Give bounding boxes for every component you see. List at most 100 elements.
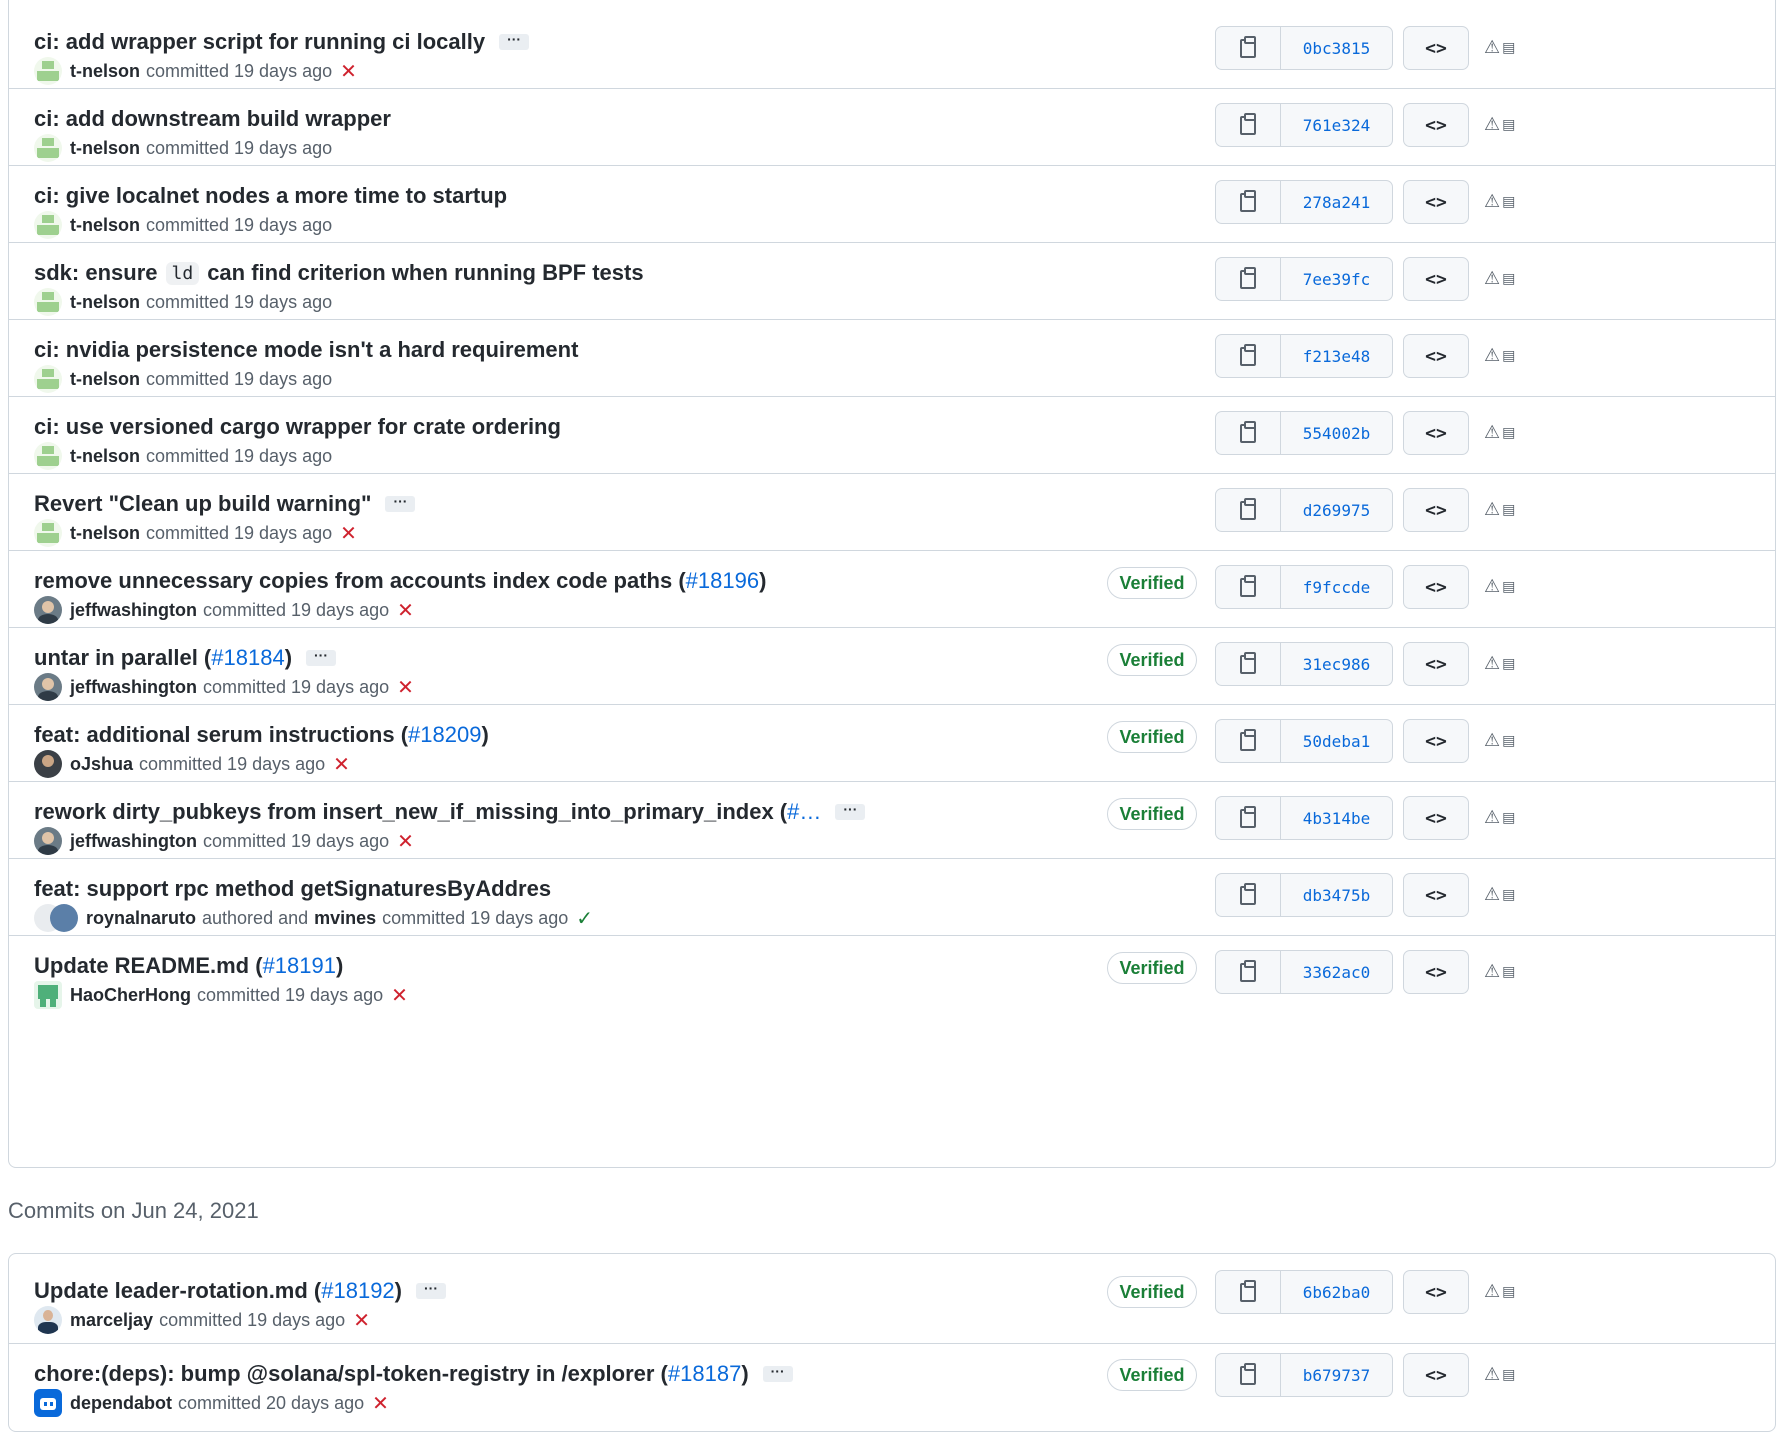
copy-sha-button[interactable] bbox=[1216, 489, 1281, 531]
browse-repo-button[interactable]: <> bbox=[1403, 642, 1469, 686]
commit-title-text[interactable]: ci: nvidia persistence mode isn't a hard… bbox=[34, 337, 578, 363]
avatar[interactable] bbox=[34, 750, 62, 778]
commit-sha-link[interactable]: 3362ac0 bbox=[1281, 951, 1392, 993]
commit-sha-link[interactable]: f9fccde bbox=[1281, 566, 1392, 608]
verified-badge[interactable]: Verified bbox=[1107, 798, 1197, 830]
extension-icon[interactable]: ⚠ ▤ bbox=[1484, 497, 1524, 521]
browse-repo-button[interactable]: <> bbox=[1403, 1270, 1469, 1314]
commit-sha-link[interactable]: 278a241 bbox=[1281, 181, 1392, 223]
extension-icon[interactable]: ⚠ ▤ bbox=[1484, 35, 1524, 59]
avatar[interactable] bbox=[34, 442, 62, 470]
commit-title[interactable]: Revert "Clean up build warning" ··· bbox=[34, 491, 416, 517]
extension-icon[interactable]: ⚠ ▤ bbox=[1484, 959, 1524, 983]
copy-sha-button[interactable] bbox=[1216, 1354, 1281, 1396]
commit-title-text[interactable]: Update README.md ( bbox=[34, 953, 263, 979]
pr-link[interactable]: #… bbox=[787, 799, 821, 825]
pr-link[interactable]: #18184 bbox=[211, 645, 284, 671]
commit-title-text[interactable]: untar in parallel ( bbox=[34, 645, 211, 671]
browse-repo-button[interactable]: <> bbox=[1403, 796, 1469, 840]
avatar[interactable] bbox=[34, 1306, 62, 1334]
extension-icon[interactable]: ⚠ ▤ bbox=[1484, 1279, 1524, 1303]
copy-sha-button[interactable] bbox=[1216, 104, 1281, 146]
copy-sha-button[interactable] bbox=[1216, 258, 1281, 300]
browse-repo-button[interactable]: <> bbox=[1403, 719, 1469, 763]
committer-link[interactable]: mvines bbox=[314, 908, 376, 929]
expand-message-button[interactable]: ··· bbox=[762, 1364, 793, 1382]
commit-sha-link[interactable]: 4b314be bbox=[1281, 797, 1392, 839]
commit-sha-link[interactable]: 50deba1 bbox=[1281, 720, 1392, 762]
author-link[interactable]: jeffwashington bbox=[70, 677, 197, 698]
commit-sha-link[interactable]: f213e48 bbox=[1281, 335, 1392, 377]
commit-title[interactable]: Update leader-rotation.md (#18192) ··· bbox=[34, 1278, 446, 1304]
author-link[interactable]: t-nelson bbox=[70, 215, 140, 236]
avatar[interactable] bbox=[34, 673, 62, 701]
commit-title-text[interactable]: ci: give localnet nodes a more time to s… bbox=[34, 183, 507, 209]
verified-badge[interactable]: Verified bbox=[1107, 721, 1197, 753]
pr-link[interactable]: #18192 bbox=[321, 1278, 394, 1304]
extension-icon[interactable]: ⚠ ▤ bbox=[1484, 343, 1524, 367]
browse-repo-button[interactable]: <> bbox=[1403, 873, 1469, 917]
author-link[interactable]: HaoCherHong bbox=[70, 985, 191, 1006]
commit-sha-link[interactable]: 554002b bbox=[1281, 412, 1392, 454]
pr-link[interactable]: #18187 bbox=[668, 1361, 741, 1387]
commit-title[interactable]: ci: use versioned cargo wrapper for crat… bbox=[34, 414, 561, 440]
commit-title-text[interactable]: feat: support rpc method getSignaturesBy… bbox=[34, 876, 551, 902]
commit-title[interactable]: feat: additional serum instructions (#18… bbox=[34, 722, 489, 748]
copy-sha-button[interactable] bbox=[1216, 720, 1281, 762]
expand-message-button[interactable]: ··· bbox=[835, 802, 866, 820]
commit-title[interactable]: ci: add downstream build wrapper bbox=[34, 106, 391, 132]
commit-title[interactable]: remove unnecessary copies from accounts … bbox=[34, 568, 766, 594]
avatar[interactable] bbox=[34, 981, 62, 1009]
expand-message-button[interactable]: ··· bbox=[416, 1281, 446, 1299]
x-icon[interactable]: ✕ bbox=[397, 829, 414, 854]
avatar[interactable] bbox=[34, 134, 62, 162]
commit-title-text[interactable]: rework dirty_pubkeys from insert_new_if_… bbox=[34, 799, 787, 825]
commit-title-text[interactable]: Update leader-rotation.md ( bbox=[34, 1278, 321, 1304]
browse-repo-button[interactable]: <> bbox=[1403, 488, 1469, 532]
extension-icon[interactable]: ⚠ ▤ bbox=[1484, 189, 1524, 213]
browse-repo-button[interactable]: <> bbox=[1403, 26, 1469, 70]
extension-icon[interactable]: ⚠ ▤ bbox=[1484, 266, 1524, 290]
commit-title[interactable]: untar in parallel (#18184) ··· bbox=[34, 645, 337, 671]
author-link[interactable]: t-nelson bbox=[70, 61, 140, 82]
commit-title-text[interactable]: ci: use versioned cargo wrapper for crat… bbox=[34, 414, 561, 440]
avatar[interactable] bbox=[34, 519, 62, 547]
commit-sha-link[interactable]: 761e324 bbox=[1281, 104, 1392, 146]
x-icon[interactable]: ✕ bbox=[397, 675, 414, 700]
author-link[interactable]: jeffwashington bbox=[70, 831, 197, 852]
verified-badge[interactable]: Verified bbox=[1107, 1359, 1197, 1391]
commit-title-text[interactable]: sdk: ensure bbox=[34, 260, 158, 286]
browse-repo-button[interactable]: <> bbox=[1403, 257, 1469, 301]
commit-title-text[interactable]: remove unnecessary copies from accounts … bbox=[34, 568, 686, 594]
extension-icon[interactable]: ⚠ ▤ bbox=[1484, 574, 1524, 598]
browse-repo-button[interactable]: <> bbox=[1403, 103, 1469, 147]
copy-sha-button[interactable] bbox=[1216, 951, 1281, 993]
commit-title[interactable]: chore:(deps): bump @solana/spl-token-reg… bbox=[34, 1361, 793, 1387]
author-link[interactable]: t-nelson bbox=[70, 523, 140, 544]
avatar[interactable] bbox=[34, 211, 62, 239]
commit-title[interactable]: Update README.md (#18191) bbox=[34, 953, 343, 979]
pr-link[interactable]: #18191 bbox=[263, 953, 336, 979]
author-link[interactable]: roynalnaruto bbox=[86, 908, 196, 929]
browse-repo-button[interactable]: <> bbox=[1403, 1353, 1469, 1397]
copy-sha-button[interactable] bbox=[1216, 797, 1281, 839]
verified-badge[interactable]: Verified bbox=[1107, 567, 1197, 599]
avatar[interactable] bbox=[34, 827, 62, 855]
extension-icon[interactable]: ⚠ ▤ bbox=[1484, 420, 1524, 444]
pr-link[interactable]: #18196 bbox=[686, 568, 759, 594]
x-icon[interactable]: ✕ bbox=[397, 598, 414, 623]
extension-icon[interactable]: ⚠ ▤ bbox=[1484, 882, 1524, 906]
x-icon[interactable]: ✕ bbox=[340, 59, 357, 84]
avatar[interactable] bbox=[34, 596, 62, 624]
commit-sha-link[interactable]: db3475b bbox=[1281, 874, 1392, 916]
commit-title[interactable]: feat: support rpc method getSignaturesBy… bbox=[34, 876, 551, 902]
author-link[interactable]: dependabot bbox=[70, 1393, 172, 1414]
commit-title-text[interactable]: feat: additional serum instructions ( bbox=[34, 722, 408, 748]
commit-title-text[interactable]: can find criterion when running BPF test… bbox=[207, 260, 643, 286]
commit-title[interactable]: sdk: ensure ld can find criterion when r… bbox=[34, 260, 644, 286]
x-icon[interactable]: ✕ bbox=[391, 983, 408, 1008]
avatar[interactable] bbox=[50, 904, 78, 932]
commit-title-text[interactable]: Revert "Clean up build warning" bbox=[34, 491, 371, 517]
verified-badge[interactable]: Verified bbox=[1107, 952, 1197, 984]
browse-repo-button[interactable]: <> bbox=[1403, 334, 1469, 378]
